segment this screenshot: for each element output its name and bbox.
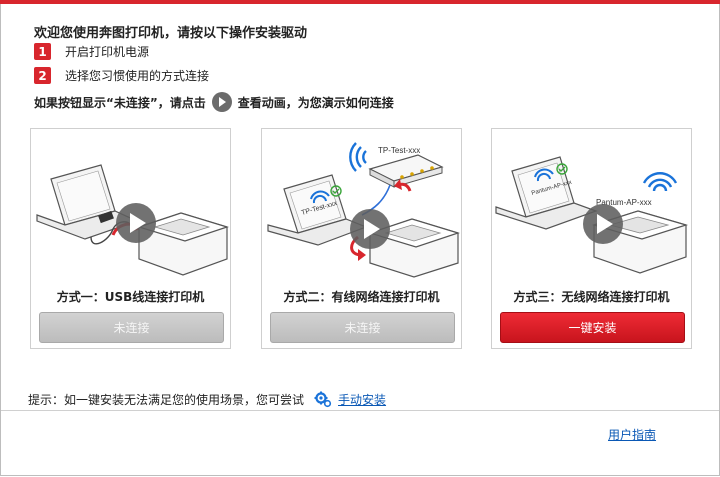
usb-status-button[interactable]: 未连接 <box>39 312 224 343</box>
router-ssid: TP-Test-xxx <box>378 146 420 155</box>
footer-hint: 提示：如一键安装无法满足您的使用场景，您可尝试 手动安装 <box>28 390 386 408</box>
method-label: 方式一：USB线连接打印机 <box>56 290 205 304</box>
gear-icon <box>314 390 332 408</box>
step-text: 选择您习惯使用的方式连接 <box>65 69 210 83</box>
method-card-wireless: Pantum-AP-xxx Pantum-AP-xxx 方式三：无线网络连接打印… <box>491 128 692 349</box>
wired-network-illustration: TP-Test-xxx TP-Test-xxx <box>267 142 460 278</box>
method-label: 方式二：有线网络连接打印机 <box>283 290 440 304</box>
step-number-badge: 2 <box>34 67 51 84</box>
footer-divider <box>1 410 719 411</box>
wired-status-button[interactable]: 未连接 <box>270 312 455 343</box>
method-card-wired: TP-Test-xxx TP-Test-xxx 方式二：有线网络连接打印机 未连… <box>261 128 462 349</box>
hint-text-before: 如果按钮显示“未连接”，请点击 <box>34 95 206 110</box>
method-card-usb: 方式一：USB线连接打印机 未连接 <box>30 128 231 349</box>
step-text: 开启打印机电源 <box>65 45 150 59</box>
play-icon <box>211 92 232 112</box>
method-label: 方式三：无线网络连接打印机 <box>513 290 670 304</box>
footer-hint-text: 提示：如一键安装无法满足您的使用场景，您可尝试 <box>28 392 305 407</box>
user-guide-link[interactable]: 用户指南 <box>608 426 656 443</box>
one-click-install-button[interactable]: 一键安装 <box>500 312 685 343</box>
animation-hint: 如果按钮显示“未连接”，请点击 查看动画，为您演示如何连接 <box>34 92 394 112</box>
page-title: 欢迎您使用奔图打印机，请按以下操作安装驱动 <box>34 26 308 41</box>
step-1: 1 开启打印机电源 <box>34 42 149 61</box>
step-2: 2 选择您习惯使用的方式连接 <box>34 66 209 85</box>
step-number-badge: 1 <box>34 43 51 60</box>
hint-text-after: 查看动画，为您演示如何连接 <box>237 95 394 110</box>
usb-connection-illustration <box>36 164 229 276</box>
wireless-network-illustration: Pantum-AP-xxx Pantum-AP-xxx <box>495 156 689 274</box>
manual-install-link[interactable]: 手动安装 <box>338 391 386 408</box>
